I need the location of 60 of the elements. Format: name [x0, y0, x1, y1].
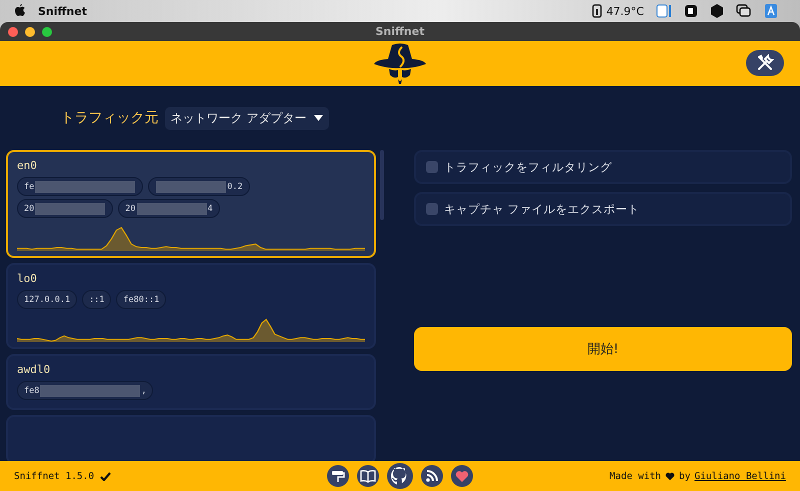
address-text: 127.0.0.1: [24, 294, 70, 304]
settings-button[interactable]: [746, 50, 784, 76]
address-text: ,: [141, 386, 146, 396]
adapter-name: awdl0: [17, 363, 52, 376]
address-text: 0.2: [227, 182, 243, 192]
close-window-button[interactable]: [8, 27, 18, 37]
check-icon: [100, 472, 112, 480]
sensor-icon[interactable]: [592, 4, 602, 18]
option-label: トラフィックをフィルタリング: [444, 160, 612, 174]
apple-logo-icon[interactable]: [14, 4, 26, 18]
address-text: 4: [208, 204, 213, 214]
document-icon[interactable]: [684, 4, 698, 18]
option-toggle[interactable]: トラフィックをフィルタリング: [414, 150, 792, 184]
paint-roller-icon: [331, 469, 345, 483]
redaction-block: [136, 202, 206, 214]
made-with-label: Made with: [610, 470, 662, 482]
redaction-block: [35, 202, 106, 214]
book-button[interactable]: [357, 465, 379, 487]
window-title: Sniffnet: [376, 25, 424, 38]
adapter-dropdown[interactable]: ネットワーク アダプター: [164, 106, 330, 130]
scrollbar[interactable]: [380, 150, 384, 220]
author-link[interactable]: Giuliano Bellini: [694, 470, 786, 482]
adapter-name: en0: [17, 159, 38, 172]
rss-icon: [425, 469, 439, 483]
traffic-source-label: トラフィック元: [60, 109, 159, 127]
windows-icon[interactable]: [736, 4, 752, 18]
tools-icon: [756, 54, 774, 72]
start-button[interactable]: 開始!: [414, 327, 792, 371]
address-text: ::1: [89, 294, 104, 304]
address-text: 20: [125, 204, 136, 214]
heart-icon: [455, 470, 469, 482]
rss-button[interactable]: [421, 465, 443, 487]
sponsor-heart-button[interactable]: [451, 465, 473, 487]
address-text: fe8: [24, 386, 40, 396]
zoom-window-button[interactable]: [42, 27, 52, 37]
adapter-card[interactable]: lo0 127.0.0.1 ::1 fe80::1: [6, 263, 376, 349]
github-button[interactable]: [387, 463, 413, 489]
caret-icon: [314, 115, 324, 121]
hexagon-icon[interactable]: [710, 4, 724, 18]
option-label: キャプチャ ファイルをエクスポート: [444, 202, 640, 216]
checkbox[interactable]: [426, 203, 438, 215]
address-text: fe80::1: [123, 294, 160, 304]
address-text: fe: [24, 182, 34, 192]
minimize-window-button[interactable]: [25, 27, 35, 37]
menu-app-name[interactable]: Sniffnet: [38, 4, 87, 18]
style-roller-button[interactable]: [327, 465, 349, 487]
d-app-icon[interactable]: [656, 4, 672, 18]
book-icon: [360, 469, 376, 483]
redaction-block: [156, 180, 226, 192]
adapter-card[interactable]: en0 fe 0.2 20 20 4: [6, 150, 376, 258]
input-source-icon[interactable]: [764, 3, 778, 19]
by-label: by: [679, 470, 690, 482]
checkbox[interactable]: [426, 161, 438, 173]
option-toggle[interactable]: キャプチャ ファイルをエクスポート: [414, 192, 792, 226]
heart-icon: [665, 472, 676, 480]
address-text: 20: [24, 204, 34, 214]
adapter-card[interactable]: awdl0 fe8 ,: [6, 354, 376, 410]
adapter-name: lo0: [17, 272, 38, 285]
version-label: Sniffnet 1.5.0: [14, 470, 94, 482]
temperature-reading: 47.9°C: [606, 4, 644, 18]
